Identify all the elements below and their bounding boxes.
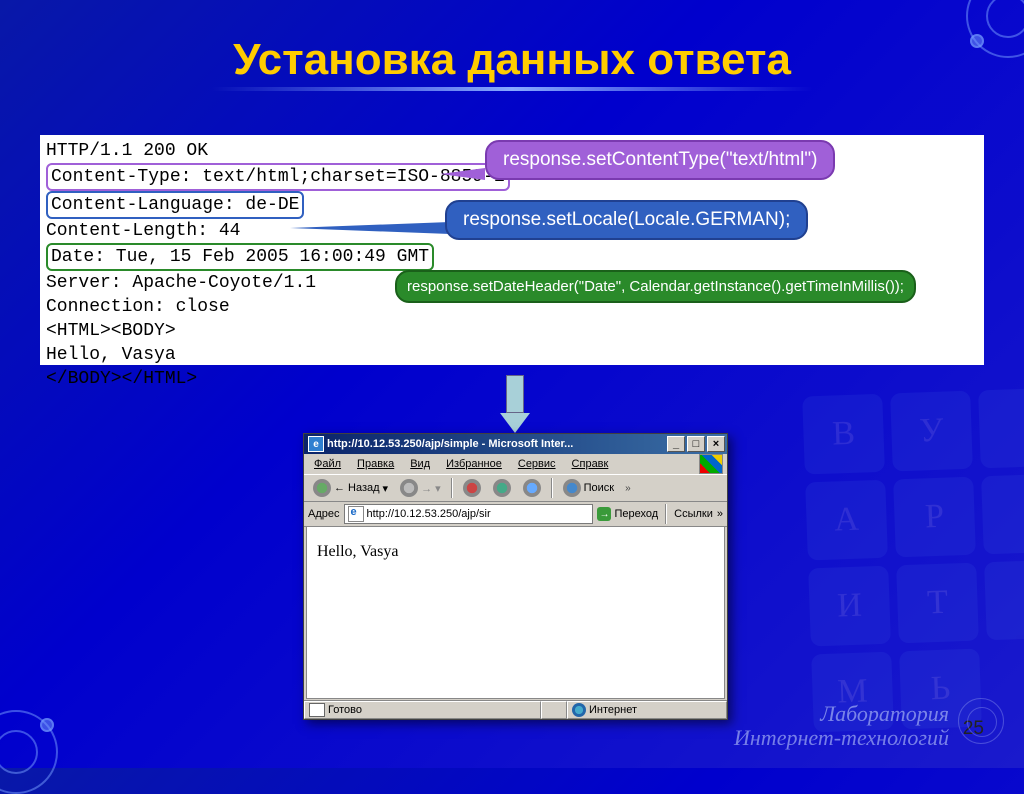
status-ready: Готово bbox=[304, 701, 541, 719]
slide-title: Установка данных ответа bbox=[0, 35, 1024, 91]
page-icon bbox=[348, 506, 364, 522]
callout-pointer-purple bbox=[440, 168, 485, 180]
slide-title-text: Установка данных ответа bbox=[233, 35, 791, 84]
windows-logo-icon bbox=[699, 454, 723, 474]
bg-key bbox=[978, 388, 1024, 469]
highlight-date: Date: Tue, 15 Feb 2005 16:00:49 GMT bbox=[46, 243, 434, 271]
bg-key bbox=[984, 560, 1024, 641]
footer-branding: Лаборатория Интернет-технологий bbox=[734, 702, 949, 750]
toolbar: ← Назад ▾ → ▾ Поиск » bbox=[304, 474, 727, 502]
search-button[interactable]: Поиск bbox=[558, 477, 619, 499]
address-input[interactable]: http://10.12.53.250/ajp/sir bbox=[344, 504, 594, 524]
home-icon bbox=[523, 479, 541, 497]
menu-tools[interactable]: Сервис bbox=[512, 457, 562, 471]
callout-set-date-header: response.setDateHeader("Date", Calendar.… bbox=[395, 270, 916, 303]
stop-button[interactable] bbox=[458, 477, 486, 499]
browser-window: e http://10.12.53.250/ajp/simple - Micro… bbox=[303, 433, 728, 720]
status-bar: Готово Интернет bbox=[304, 700, 727, 719]
menu-bar: Файл Правка Вид Избранное Сервис Справк bbox=[304, 454, 727, 474]
title-underline bbox=[212, 87, 812, 91]
ie-app-icon: e bbox=[308, 436, 324, 452]
address-label: Адрес bbox=[308, 508, 340, 520]
footer-line2: Интернет-технологий bbox=[734, 726, 949, 750]
go-icon: → bbox=[597, 507, 611, 521]
address-value: http://10.12.53.250/ajp/sir bbox=[367, 508, 491, 520]
refresh-icon bbox=[493, 479, 511, 497]
code-line: Hello, Vasya bbox=[46, 343, 978, 367]
bg-key: А bbox=[805, 480, 888, 561]
menu-favorites[interactable]: Избранное bbox=[440, 457, 508, 471]
refresh-button[interactable] bbox=[488, 477, 516, 499]
callout-set-locale: response.setLocale(Locale.GERMAN); bbox=[445, 200, 808, 240]
callout-pointer-blue bbox=[290, 222, 450, 234]
code-line: <HTML><BODY> bbox=[46, 319, 978, 343]
go-button[interactable]: →Переход bbox=[597, 507, 658, 521]
highlight-content-language: Content-Language: de-DE bbox=[46, 191, 304, 219]
address-bar: Адрес http://10.12.53.250/ajp/sir →Перех… bbox=[304, 502, 727, 527]
bg-key: И bbox=[808, 566, 891, 647]
bg-key bbox=[981, 474, 1024, 555]
bg-key: Т bbox=[896, 563, 979, 644]
footer-logo-icon bbox=[958, 698, 1004, 744]
menu-edit[interactable]: Правка bbox=[351, 457, 400, 471]
browser-content: Hello, Vasya bbox=[306, 526, 725, 699]
forward-button[interactable]: → ▾ bbox=[395, 477, 446, 499]
callout-set-content-type: response.setContentType("text/html") bbox=[485, 140, 835, 180]
bg-key: Р bbox=[893, 477, 976, 558]
arrow-down-icon bbox=[500, 375, 530, 430]
background-keyboard: В У А Р И Т М Ь bbox=[802, 388, 1024, 733]
home-button[interactable] bbox=[518, 477, 546, 499]
document-icon bbox=[309, 703, 325, 717]
menu-file[interactable]: Файл bbox=[308, 457, 347, 471]
status-spacer bbox=[541, 701, 567, 719]
close-button[interactable]: × bbox=[707, 436, 725, 452]
links-button[interactable]: Ссылки bbox=[674, 508, 713, 520]
forward-icon bbox=[400, 479, 418, 497]
search-icon bbox=[563, 479, 581, 497]
minimize-button[interactable]: _ bbox=[667, 436, 685, 452]
maximize-button[interactable]: □ bbox=[687, 436, 705, 452]
window-title: http://10.12.53.250/ajp/simple - Microso… bbox=[327, 438, 665, 450]
footer-line1: Лаборатория bbox=[734, 702, 949, 726]
menu-help[interactable]: Справк bbox=[566, 457, 615, 471]
toolbar-overflow[interactable]: » bbox=[621, 483, 635, 494]
internet-zone-icon bbox=[572, 703, 586, 717]
window-titlebar[interactable]: e http://10.12.53.250/ajp/simple - Micro… bbox=[304, 434, 727, 454]
menu-view[interactable]: Вид bbox=[404, 457, 436, 471]
bg-key: В bbox=[802, 394, 885, 475]
back-icon bbox=[313, 479, 331, 497]
links-overflow[interactable]: » bbox=[717, 508, 723, 520]
page-body-text: Hello, Vasya bbox=[317, 543, 398, 560]
back-button[interactable]: ← Назад ▾ bbox=[308, 477, 393, 499]
stop-icon bbox=[463, 479, 481, 497]
bg-key: У bbox=[890, 391, 973, 472]
status-zone: Интернет bbox=[567, 701, 727, 719]
